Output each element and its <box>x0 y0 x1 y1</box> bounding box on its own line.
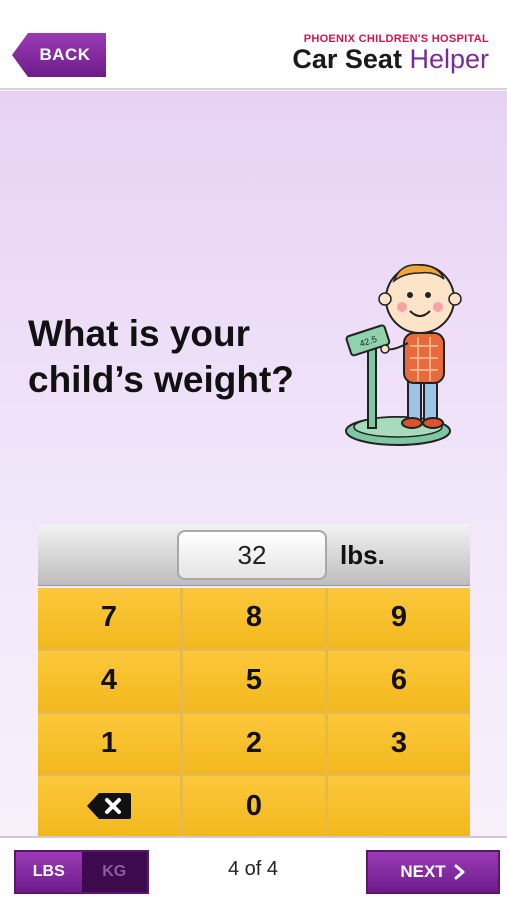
main-content: What is your child’s weight? 42.5 32 lbs… <box>0 91 507 836</box>
logo-app-word2: Helper <box>409 44 489 74</box>
footer-bar: LBS KG 4 of 4 NEXT <box>0 836 507 900</box>
chevron-right-icon <box>454 864 465 880</box>
backspace-icon <box>87 793 131 820</box>
key-4[interactable]: 4 <box>38 650 180 711</box>
unit-label: lbs. <box>340 540 385 570</box>
weight-input[interactable]: 32 <box>177 530 327 580</box>
logo-app-word1: Car Seat <box>292 44 402 74</box>
key-7[interactable]: 7 <box>38 588 180 648</box>
key-5[interactable]: 5 <box>183 650 325 711</box>
header: BACK PHOENIX CHILDREN'S HOSPITAL Car Sea… <box>0 0 507 90</box>
next-button[interactable]: NEXT <box>366 850 500 894</box>
page-indicator: 4 of 4 <box>227 858 279 880</box>
delete-key[interactable] <box>38 776 180 836</box>
key-3[interactable]: 3 <box>328 713 470 774</box>
app-logo: PHOENIX CHILDREN'S HOSPITAL Car Seat Hel… <box>292 33 489 73</box>
numeric-keypad: 32 lbs. 7 8 9 4 5 6 1 2 3 0 <box>38 524 470 836</box>
key-9[interactable]: 9 <box>328 588 470 648</box>
key-0[interactable]: 0 <box>183 776 325 836</box>
weight-display-bar: 32 lbs. <box>38 524 470 586</box>
back-button[interactable]: BACK <box>12 33 106 77</box>
unit-toggle-lbs[interactable]: LBS <box>16 852 82 892</box>
key-2[interactable]: 2 <box>183 713 325 774</box>
unit-toggle: LBS KG <box>14 850 149 894</box>
key-6[interactable]: 6 <box>328 650 470 711</box>
child-on-scale-illustration: 42.5 <box>345 264 462 446</box>
question-title: What is your child’s weight? <box>28 313 294 400</box>
keypad-grid: 7 8 9 4 5 6 1 2 3 0 <box>38 588 470 836</box>
key-blank <box>328 776 470 836</box>
next-label: NEXT <box>400 862 446 881</box>
logo-app-name: Car Seat Helper <box>292 45 489 73</box>
key-8[interactable]: 8 <box>183 588 325 648</box>
unit-toggle-kg[interactable]: KG <box>81 852 147 892</box>
key-1[interactable]: 1 <box>38 713 180 774</box>
